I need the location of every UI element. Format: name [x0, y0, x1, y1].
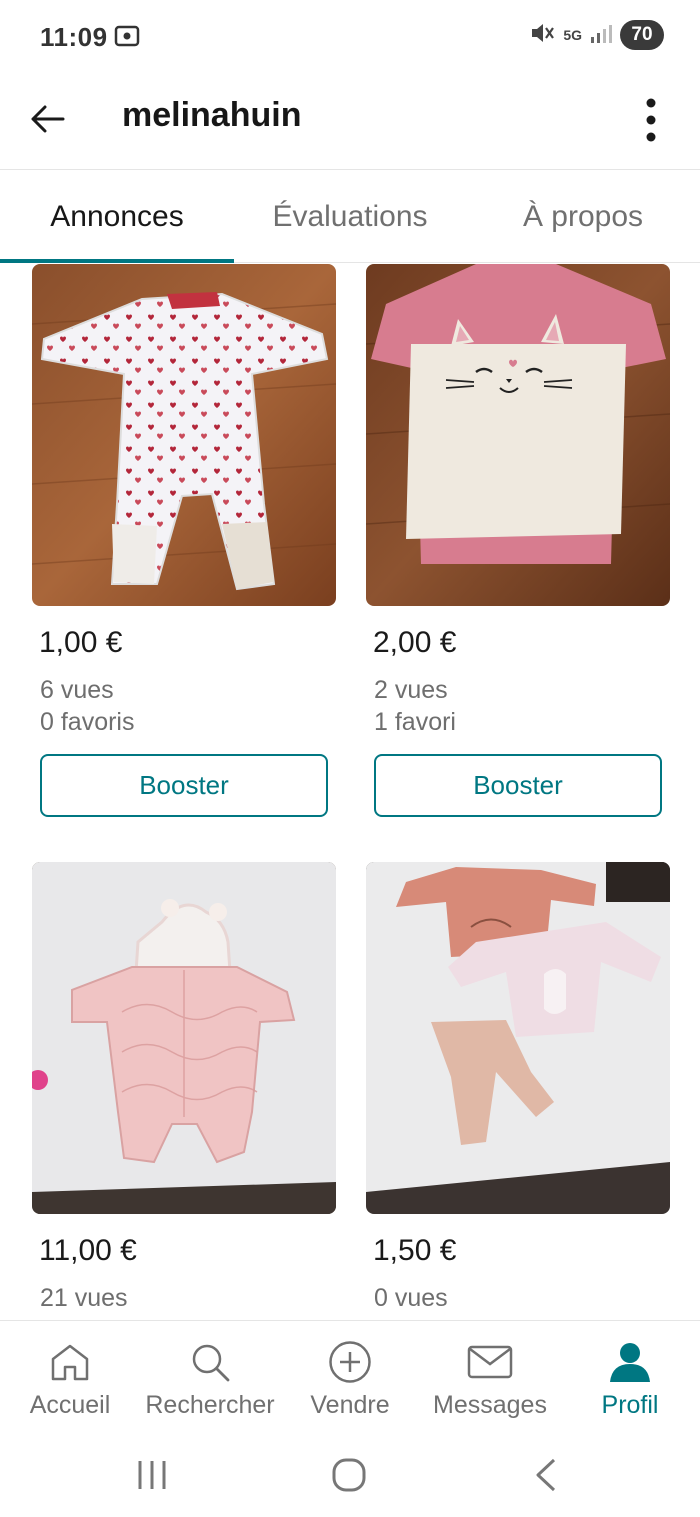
nav-label: Rechercher [145, 1391, 275, 1419]
listing-card: 2,00 € 2 vues 1 favori Booster [366, 264, 670, 817]
profile-tabs: Annonces Évaluations À propos [0, 171, 700, 263]
more-vertical-icon [646, 98, 656, 142]
search-icon [189, 1339, 231, 1385]
listing-card: 11,00 € 21 vues [32, 862, 336, 1314]
back-button[interactable] [22, 94, 72, 144]
profile-icon [608, 1339, 652, 1385]
chevron-left-icon [536, 1458, 556, 1492]
status-bar: 11:09 5G 70 [0, 0, 700, 72]
more-options-button[interactable] [626, 90, 676, 150]
battery-indicator: 70 [620, 20, 664, 50]
screenshot-icon [114, 24, 140, 53]
network-5g-label: 5G [563, 27, 582, 43]
item-photo-sleepsuit[interactable] [32, 264, 336, 606]
home-button[interactable] [319, 1450, 379, 1500]
back-system-button[interactable] [516, 1450, 576, 1500]
plus-circle-icon [328, 1339, 372, 1385]
status-time: 11:09 [40, 22, 108, 52]
item-views: 0 vues [374, 1284, 448, 1312]
listing-card: 1,50 € 0 vues [366, 862, 670, 1314]
item-price: 11,00 € [39, 1234, 137, 1267]
nav-label: Accueil [29, 1391, 111, 1419]
listing-card: 1,00 € 6 vues 0 favoris Booster [32, 264, 336, 817]
nav-vendre[interactable]: Vendre [280, 1321, 420, 1433]
nav-label: Messages [433, 1391, 547, 1419]
nav-label: Vendre [310, 1391, 390, 1419]
arrow-left-icon [31, 105, 65, 133]
envelope-icon [467, 1339, 513, 1385]
item-favorites: 1 favori [374, 708, 456, 736]
item-photo-clothes-set[interactable] [366, 862, 670, 1214]
tab-a-propos[interactable]: À propos [466, 171, 700, 263]
recent-apps-icon [138, 1461, 166, 1489]
listings-grid: 1,00 € 6 vues 0 favoris Booster 2,00 € 2… [0, 264, 700, 1320]
nav-messages[interactable]: Messages [420, 1321, 560, 1433]
home-circle-icon [332, 1458, 366, 1492]
item-price: 2,00 € [373, 626, 457, 659]
tab-annonces[interactable]: Annonces [0, 171, 234, 263]
mute-vibrate-icon [529, 21, 555, 50]
item-views: 2 vues [374, 676, 448, 704]
item-photo-snowsuit[interactable] [32, 862, 336, 1214]
tab-evaluations[interactable]: Évaluations [234, 171, 466, 263]
item-views: 21 vues [40, 1284, 128, 1312]
item-price: 1,00 € [39, 626, 123, 659]
active-tab-indicator [0, 259, 234, 263]
item-price: 1,50 € [373, 1234, 457, 1267]
nav-accueil[interactable]: Accueil [0, 1321, 140, 1433]
page-title: melinahuin [122, 96, 302, 134]
bottom-navigation: Accueil Rechercher Vendre Messages Profi… [0, 1320, 700, 1432]
app-bar: melinahuin [0, 72, 700, 170]
item-photo-cat-sweater[interactable] [366, 264, 670, 606]
nav-label: Profil [601, 1391, 659, 1419]
nav-rechercher[interactable]: Rechercher [140, 1321, 280, 1433]
recent-apps-button[interactable] [122, 1450, 182, 1500]
nav-profil[interactable]: Profil [560, 1321, 700, 1433]
item-favorites: 0 favoris [40, 708, 135, 736]
home-icon [49, 1339, 91, 1385]
booster-button[interactable]: Booster [40, 754, 328, 817]
item-views: 6 vues [40, 676, 114, 704]
signal-icon [590, 22, 612, 49]
system-navigation-bar [0, 1432, 700, 1517]
booster-button[interactable]: Booster [374, 754, 662, 817]
